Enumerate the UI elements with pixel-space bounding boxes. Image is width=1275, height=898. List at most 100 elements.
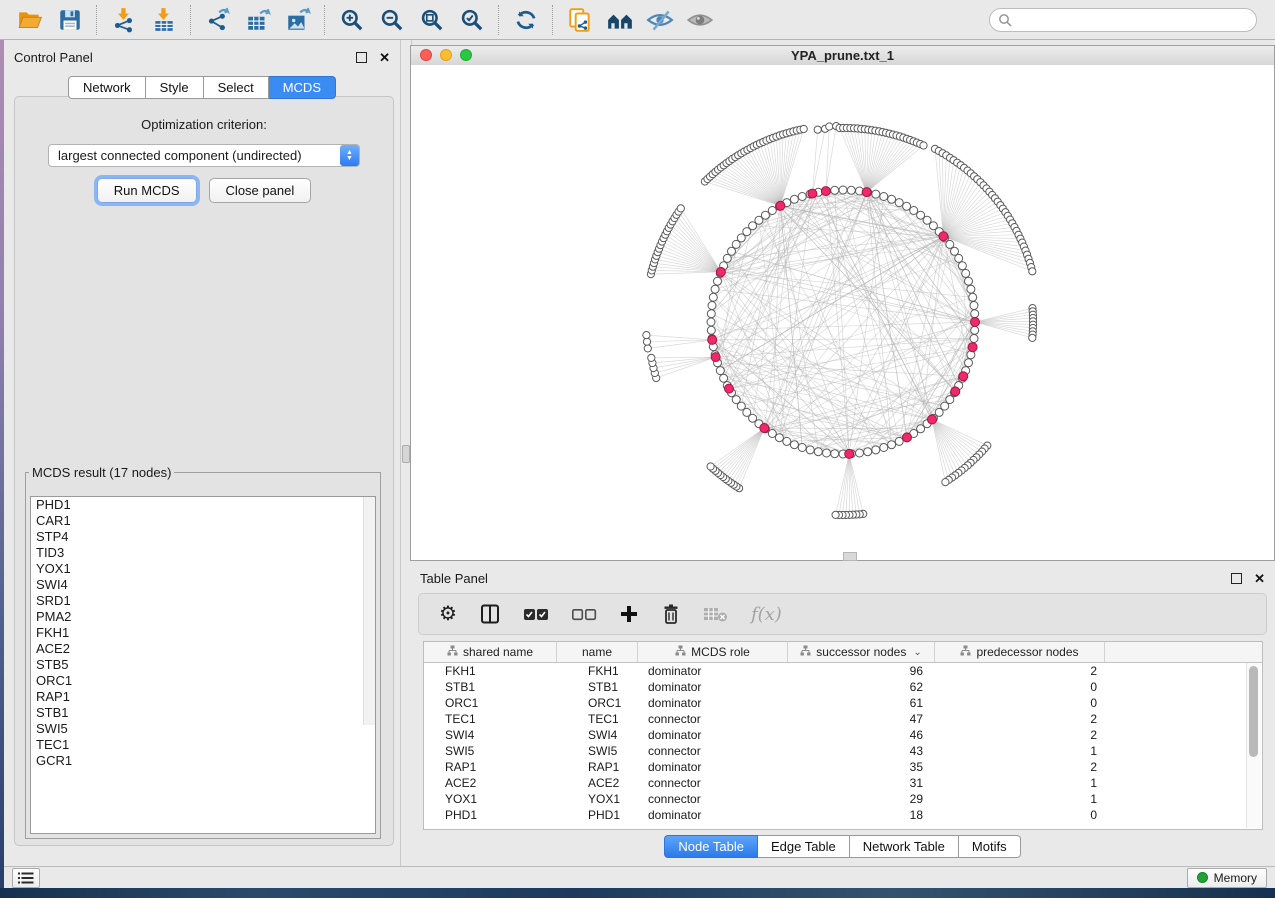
network-node[interactable] <box>798 193 806 201</box>
task-history-button[interactable] <box>12 868 40 888</box>
network-hub-node-selected[interactable] <box>928 415 937 424</box>
save-session-icon[interactable] <box>50 3 90 37</box>
mcds-result-item[interactable]: PHD1 <box>31 497 375 513</box>
network-node[interactable] <box>888 195 896 203</box>
network-node[interactable] <box>775 434 783 442</box>
network-hub-node-selected[interactable] <box>971 318 980 327</box>
column-header-successor-nodes[interactable]: successor nodes⌄ <box>788 642 935 662</box>
network-leaf-node[interactable] <box>643 338 650 345</box>
network-node[interactable] <box>831 186 839 194</box>
tab-motifs[interactable]: Motifs <box>959 835 1021 858</box>
network-hub-node-selected[interactable] <box>760 424 769 433</box>
network-node[interactable] <box>951 247 959 255</box>
delete-table-icon[interactable] <box>703 605 729 623</box>
tab-node-table[interactable]: Node Table <box>664 835 758 858</box>
network-node[interactable] <box>970 335 978 343</box>
network-node[interactable] <box>946 240 954 248</box>
zoom-out-icon[interactable] <box>372 3 412 37</box>
table-row[interactable]: ORC1ORC1dominator610 <box>424 695 1262 711</box>
network-hub-node-selected[interactable] <box>959 372 968 381</box>
zoom-fit-icon[interactable] <box>412 3 452 37</box>
tab-network[interactable]: Network <box>68 76 146 99</box>
tab-select[interactable]: Select <box>204 76 269 99</box>
mcds-result-item[interactable]: STP4 <box>31 529 375 545</box>
close-panel-button[interactable]: Close panel <box>209 178 312 203</box>
network-node[interactable] <box>903 202 911 210</box>
network-leaf-node[interactable] <box>677 205 684 212</box>
network-hub-node-selected[interactable] <box>725 384 734 393</box>
mcds-result-item[interactable]: GCR1 <box>31 753 375 769</box>
network-node[interactable] <box>714 277 722 285</box>
close-table-panel-icon[interactable]: ✕ <box>1254 574 1265 583</box>
network-node[interactable] <box>955 254 963 262</box>
float-table-panel-icon[interactable] <box>1231 573 1242 584</box>
table-scrollbar-thumb[interactable] <box>1249 666 1258 757</box>
network-node[interactable] <box>798 444 806 452</box>
refresh-layout-icon[interactable] <box>506 3 546 37</box>
network-node[interactable] <box>872 446 880 454</box>
network-node[interactable] <box>910 207 918 215</box>
network-node[interactable] <box>716 367 724 375</box>
network-hub-node-selected[interactable] <box>968 343 977 352</box>
table-row[interactable]: FKH1FKH1dominator962 <box>424 663 1262 679</box>
zoom-selected-icon[interactable] <box>452 3 492 37</box>
network-node[interactable] <box>823 449 831 457</box>
network-leaf-node[interactable] <box>920 142 927 149</box>
import-network-icon[interactable] <box>104 3 144 37</box>
network-node[interactable] <box>806 446 814 454</box>
network-leaf-node[interactable] <box>800 125 807 132</box>
canvas-grip-handle[interactable] <box>843 552 857 561</box>
table-row[interactable]: SWI5SWI5connector431 <box>424 743 1262 759</box>
network-leaf-node[interactable] <box>1029 334 1036 341</box>
import-table-icon[interactable] <box>144 3 184 37</box>
mcds-result-item[interactable]: STB1 <box>31 705 375 721</box>
network-node[interactable] <box>814 448 822 456</box>
network-leaf-node[interactable] <box>814 126 821 133</box>
network-node[interactable] <box>864 448 872 456</box>
network-hub-node-selected[interactable] <box>951 387 960 396</box>
show-column-icon[interactable] <box>479 603 501 625</box>
network-node[interactable] <box>768 430 776 438</box>
network-node[interactable] <box>847 186 855 194</box>
network-hub-node-selected[interactable] <box>708 335 717 344</box>
column-header-name[interactable]: name <box>557 642 638 662</box>
network-node[interactable] <box>967 285 975 293</box>
table-row[interactable]: RAP1RAP1dominator352 <box>424 759 1262 775</box>
network-node[interactable] <box>783 437 791 445</box>
network-hub-node-selected[interactable] <box>776 201 785 210</box>
mcds-result-item[interactable]: ACE2 <box>31 641 375 657</box>
mcds-result-item[interactable]: YOX1 <box>31 561 375 577</box>
network-hub-node-selected[interactable] <box>808 189 817 198</box>
table-scrollbar[interactable] <box>1246 663 1261 828</box>
network-node[interactable] <box>768 207 776 215</box>
network-node[interactable] <box>839 186 847 194</box>
memory-button[interactable]: Memory <box>1187 868 1267 888</box>
tab-mcds[interactable]: MCDS <box>269 76 336 99</box>
network-node[interactable] <box>708 302 716 310</box>
mcds-result-list[interactable]: PHD1CAR1STP4TID3YOX1SWI4SRD1PMA2FKH1ACE2… <box>30 496 376 834</box>
network-node[interactable] <box>761 211 769 219</box>
network-node[interactable] <box>917 425 925 433</box>
window-minimize-icon[interactable] <box>440 49 452 61</box>
mcds-result-item[interactable]: CAR1 <box>31 513 375 529</box>
network-leaf-node[interactable] <box>826 123 833 130</box>
table-row[interactable]: STB1STB1dominator620 <box>424 679 1262 695</box>
network-leaf-node[interactable] <box>1029 268 1036 275</box>
open-file-icon[interactable] <box>10 3 50 37</box>
show-all-icon[interactable] <box>680 3 720 37</box>
splitter-handle[interactable] <box>402 445 410 463</box>
network-node[interactable] <box>971 310 979 318</box>
network-node[interactable] <box>707 326 715 334</box>
first-neighbors-icon[interactable] <box>600 3 640 37</box>
column-header-shared-name[interactable]: shared name <box>424 642 557 662</box>
network-node[interactable] <box>969 293 977 301</box>
network-node[interactable] <box>790 441 798 449</box>
export-network-icon[interactable] <box>198 3 238 37</box>
float-panel-icon[interactable] <box>356 52 367 63</box>
network-node[interactable] <box>790 195 798 203</box>
mcds-result-item[interactable]: SRD1 <box>31 593 375 609</box>
network-node[interactable] <box>711 285 719 293</box>
network-window-titlebar[interactable]: YPA_prune.txt_1 <box>411 46 1274 66</box>
network-node[interactable] <box>895 437 903 445</box>
network-hub-node-selected[interactable] <box>711 353 720 362</box>
